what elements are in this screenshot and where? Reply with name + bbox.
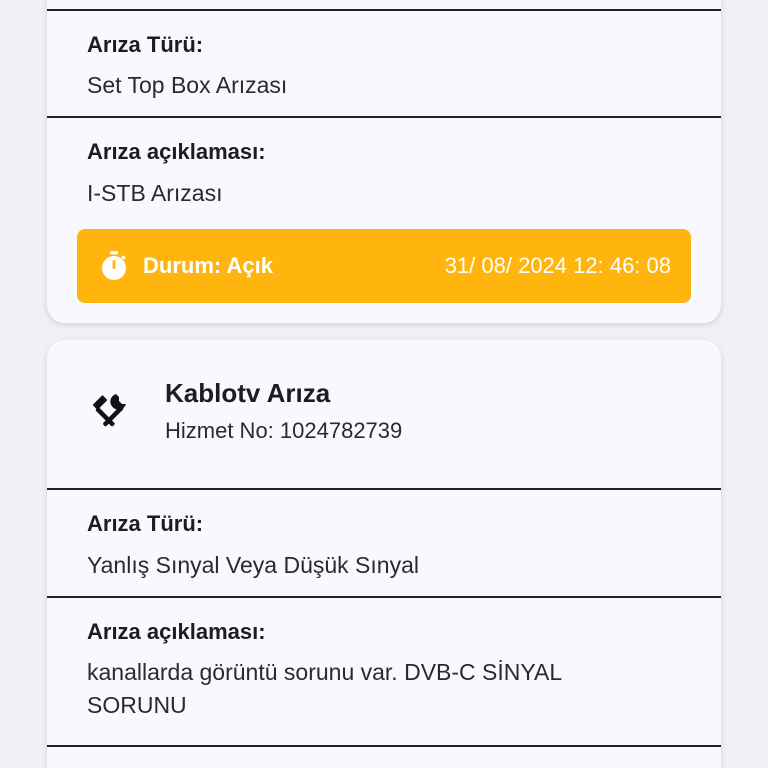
screen: Arıza Türü: Set Top Box Arızası Arıza aç… [0,0,768,768]
divider [47,745,721,747]
fault-card-2[interactable]: Kablotv Arıza Hizmet No: 1024782739 Arız… [47,340,721,768]
status-bar[interactable]: Durum: Açık 31/ 08/ 2024 12: 46: 08 [77,229,691,303]
service-number: Hizmet No: 1024782739 [165,418,403,443]
fault-type-value: Yanlış Sınyal Veya Düşük Sınyal [87,552,419,578]
tools-icon [89,390,131,432]
status-label: Durum: Açık [143,253,273,278]
fault-desc-value: I-STB Arızası [87,180,223,206]
stopwatch-icon [99,250,129,282]
status-datetime: 31/ 08/ 2024 12: 46: 08 [444,253,671,278]
fault-desc-label: Arıza açıklaması: [87,139,266,164]
divider [47,488,721,490]
divider [47,116,721,118]
fault-desc-label: Arıza açıklaması: [87,619,266,644]
divider [47,9,721,11]
fault-desc-line: kanallarda görüntü sorunu var. DVB-C SİN… [87,659,563,685]
card-title: Kablotv Arıza [165,378,331,408]
divider [47,596,721,598]
fault-card-1[interactable]: Arıza Türü: Set Top Box Arızası Arıza aç… [47,0,721,323]
fault-type-label: Arıza Türü: [87,511,204,536]
fault-desc-line: SORUNU [87,692,187,718]
fault-type-value: Set Top Box Arızası [87,72,288,98]
fault-type-label: Arıza Türü: [87,32,204,57]
